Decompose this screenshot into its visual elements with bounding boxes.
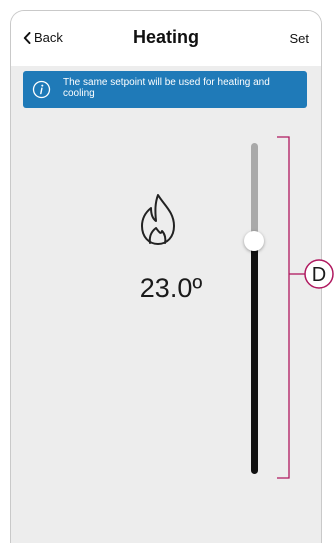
annotation-callout: D — [277, 136, 334, 479]
annotation-label: D — [312, 264, 326, 286]
